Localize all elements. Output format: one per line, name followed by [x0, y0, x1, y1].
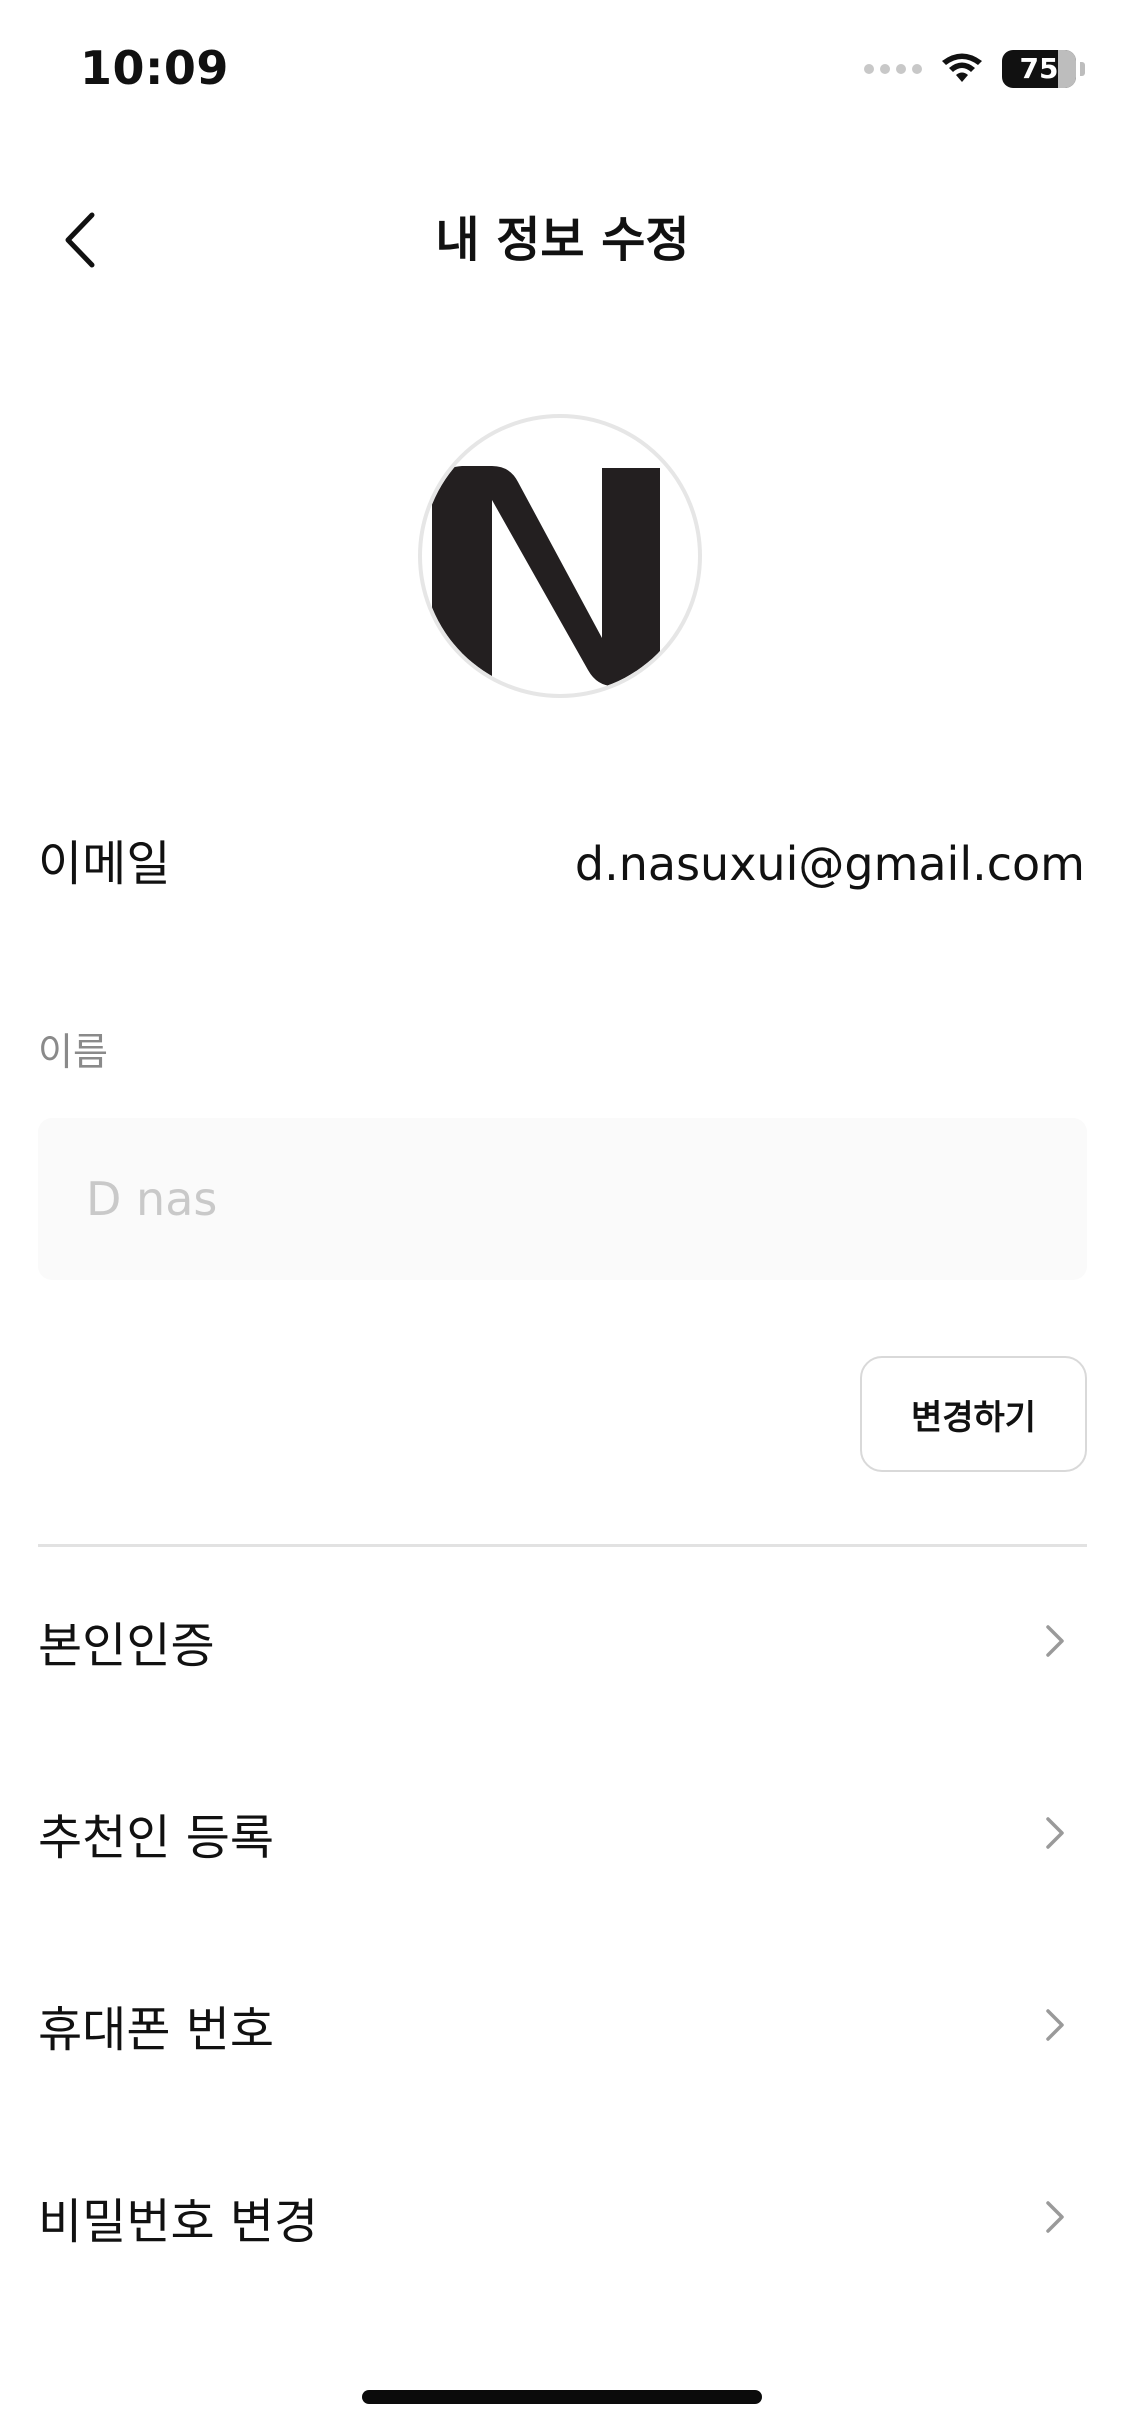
name-input[interactable]: D nas: [38, 1118, 1087, 1280]
battery-cap: [1080, 62, 1085, 76]
profile-avatar[interactable]: [418, 414, 702, 698]
wifi-icon: [942, 53, 982, 82]
change-name-button[interactable]: 변경하기: [860, 1356, 1087, 1472]
status-indicators: 75: [864, 44, 1085, 94]
name-label: 이름: [38, 1030, 108, 1074]
menu-item-label: 추천인 등록: [38, 1810, 275, 1866]
email-label: 이메일: [38, 836, 171, 892]
battery-icon: 75: [1002, 50, 1076, 88]
section-divider: [38, 1544, 1087, 1547]
chevron-right-icon: [1035, 2197, 1075, 2237]
email-value: d.nasuxui@gmail.com: [574, 837, 1085, 891]
chevron-right-icon: [1035, 1813, 1075, 1853]
menu-item-label: 비밀번호 변경: [38, 2194, 319, 2250]
home-indicator[interactable]: [362, 2390, 762, 2404]
battery-percent: 75: [1019, 52, 1059, 85]
menu-item-referrer-registration[interactable]: 추천인 등록: [38, 1778, 1087, 1888]
n-logo-icon: [432, 466, 660, 688]
menu-item-phone-number[interactable]: 휴대폰 번호: [38, 1970, 1087, 2080]
menu-item-label: 본인인증: [38, 1618, 215, 1674]
status-time: 10:09: [80, 41, 229, 95]
chevron-right-icon: [1035, 2005, 1075, 2045]
menu-item-change-password[interactable]: 비밀번호 변경: [38, 2162, 1087, 2272]
page-title: 내 정보 수정: [435, 212, 690, 268]
menu-item-label: 휴대폰 번호: [38, 2002, 275, 2058]
cellular-signal-icon: [864, 64, 922, 74]
menu-item-identity-verification[interactable]: 본인인증: [38, 1586, 1087, 1696]
name-input-placeholder: D nas: [86, 1172, 218, 1226]
chevron-right-icon: [1035, 1621, 1075, 1661]
